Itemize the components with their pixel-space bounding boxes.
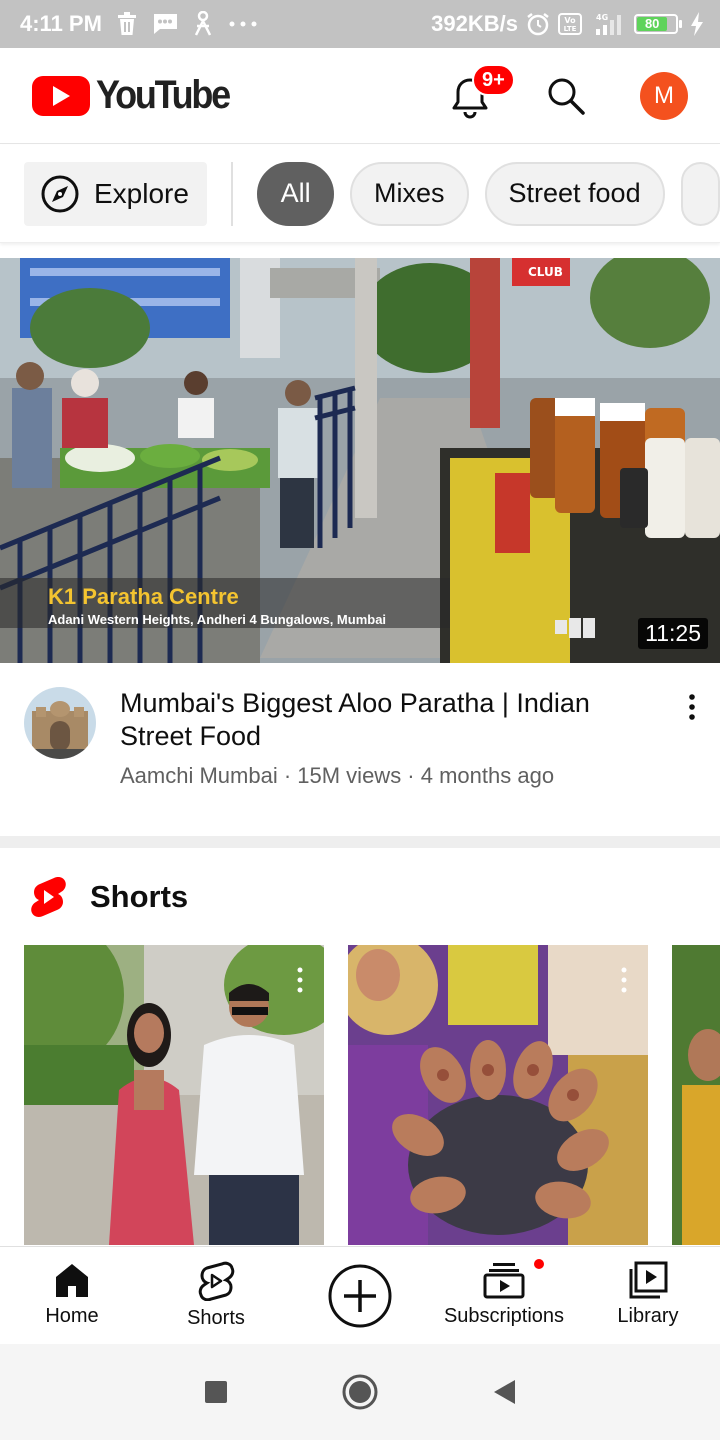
chip-partial[interactable]: [680, 161, 720, 226]
chip-bar: Explore All Mixes Street food: [0, 145, 720, 243]
net-speed: 392KB/s: [431, 11, 518, 36]
thumbnail-overlay-subtitle: Adani Western Heights, Andheri 4 Bungalo…: [48, 612, 387, 627]
nav-shorts-label: Shorts: [187, 1307, 245, 1329]
net-type: 4G: [596, 13, 608, 22]
home-system-button[interactable]: [288, 1373, 432, 1411]
status-bar: 4:11 PM 392KB/s Vo LTE 4G 80: [0, 0, 720, 48]
nav-home[interactable]: Home: [0, 1247, 144, 1342]
short-thumbnail-partial: [672, 945, 720, 1245]
shorts-title: Shorts: [90, 879, 189, 914]
subscriptions-new-dot: [532, 1257, 546, 1271]
signal-icon: 4G: [590, 11, 626, 37]
explore-button[interactable]: Explore: [24, 161, 208, 226]
short-menu-icon[interactable]: [620, 967, 628, 993]
play-logo-icon: [32, 75, 90, 116]
home-circle-icon: [342, 1374, 378, 1410]
battery-level: 80: [637, 17, 668, 31]
nav-shorts[interactable]: Shorts: [144, 1247, 288, 1342]
channel-avatar[interactable]: [24, 687, 96, 759]
video-title[interactable]: Mumbai's Biggest Aloo Paratha | Indian S…: [120, 687, 640, 753]
shorts-header: Shorts: [30, 876, 188, 918]
youtube-logo[interactable]: YouTube: [32, 73, 244, 118]
back-button[interactable]: [432, 1378, 576, 1406]
chip-all[interactable]: All: [257, 161, 334, 226]
nav-subscriptions[interactable]: Subscriptions: [432, 1247, 576, 1342]
notifications-button[interactable]: 9+: [448, 63, 515, 120]
person-icon: [192, 11, 214, 37]
svg-text:Vo: Vo: [564, 16, 576, 25]
nav-create[interactable]: [288, 1247, 432, 1342]
more-vert-icon: [689, 694, 695, 720]
video-details[interactable]: Mumbai's Biggest Aloo Paratha | Indian S…: [0, 663, 720, 833]
video-duration: 11:25: [638, 618, 708, 649]
chip-street-food[interactable]: Street food: [484, 161, 665, 226]
recents-square-icon: [205, 1381, 227, 1403]
chip-divider: [231, 161, 234, 226]
logo-text: YouTube: [96, 73, 231, 117]
search-icon: [548, 78, 585, 115]
section-divider: [0, 836, 720, 848]
nav-subscriptions-label: Subscriptions: [443, 1305, 565, 1327]
subscriptions-icon: [483, 1263, 525, 1299]
channel-avatar-image: [24, 687, 96, 759]
short-thumbnail-mehndi: [348, 945, 648, 1245]
battery-icon: 80: [634, 14, 682, 34]
recents-button[interactable]: [144, 1380, 288, 1404]
video-thumbnail[interactable]: CLUB K1 Paratha Centre Adani Western Hei…: [0, 258, 720, 663]
bottom-navigation: Home Shorts Subscriptions Library: [0, 1246, 720, 1342]
short-menu-icon[interactable]: [296, 967, 304, 993]
charging-icon: [690, 12, 704, 36]
nav-home-label: Home: [45, 1305, 99, 1327]
account-avatar[interactable]: M: [640, 71, 688, 120]
shorts-icon: [198, 1261, 235, 1301]
nav-library-label: Library: [617, 1305, 679, 1327]
alarm-icon: [526, 12, 550, 36]
svg-text:CLUB: CLUB: [528, 265, 563, 279]
add-circle-icon: [328, 1264, 392, 1328]
library-icon: [629, 1261, 668, 1299]
system-navigation-bar: [0, 1344, 720, 1440]
home-icon: [56, 1264, 88, 1297]
short-card[interactable]: [24, 945, 324, 1245]
more-icon: [228, 20, 258, 28]
trash-icon: [116, 12, 138, 36]
compass-icon: [41, 175, 79, 212]
svg-text:LTE: LTE: [564, 25, 577, 33]
message-icon: [152, 13, 178, 35]
notification-badge: 9+: [472, 63, 515, 96]
short-thumbnail-couple: [24, 945, 324, 1245]
explore-label: Explore: [94, 177, 189, 209]
video-menu-button[interactable]: [680, 693, 704, 721]
status-time: 4:11 PM: [20, 11, 102, 36]
chip-mixes[interactable]: Mixes: [349, 161, 469, 226]
search-button[interactable]: [542, 72, 590, 120]
shorts-logo-icon: [31, 877, 66, 917]
short-card[interactable]: [672, 945, 720, 1245]
screen: 4:11 PM 392KB/s Vo LTE 4G 80 YouTube 9+ …: [0, 0, 720, 1440]
back-triangle-icon: [494, 1380, 515, 1404]
video-subtitle: Aamchi Mumbai · 15M views · 4 months ago: [120, 763, 555, 788]
short-card[interactable]: [348, 945, 648, 1245]
top-app-bar: YouTube 9+ M: [0, 48, 720, 144]
thumbnail-overlay-title: K1 Paratha Centre: [48, 584, 239, 609]
volte-icon: Vo LTE: [558, 12, 582, 36]
nav-library[interactable]: Library: [576, 1247, 720, 1342]
